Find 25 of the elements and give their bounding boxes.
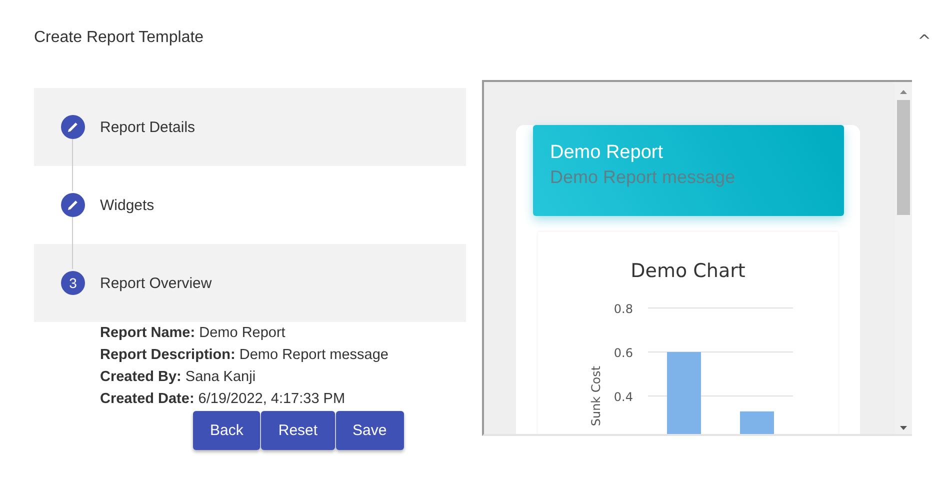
chart-title: Demo Chart (630, 260, 746, 282)
step-label: Report Overview (100, 274, 212, 292)
detail-line: Report Description: Demo Report message (100, 346, 390, 365)
axis-tick: 0.4 (614, 390, 633, 404)
report-title: Demo Report (550, 142, 664, 164)
axis-tick: 0.6 (614, 346, 633, 360)
step-button[interactable]: Save (336, 411, 404, 450)
step-button[interactable]: Reset (261, 411, 335, 450)
step-button[interactable]: Back (193, 411, 260, 450)
pencil-icon (61, 115, 85, 139)
step-label: Widgets (100, 196, 154, 214)
axis-label: Sunk Cost (589, 366, 603, 426)
report-message: Demo Report message (550, 167, 736, 188)
chart-bar (740, 411, 774, 434)
axis-tick: 0.8 (614, 302, 633, 316)
panel-title: Create Report Template (34, 29, 204, 47)
step-number: 3 (61, 271, 85, 295)
detail-line: Created By: Sana Kanji (100, 368, 257, 387)
step-row[interactable]: Report Details (34, 88, 466, 166)
step-row[interactable]: 3 Report Overview (34, 244, 466, 322)
detail-line: Report Name: Demo Report (100, 324, 286, 343)
collapse-button[interactable]: ^ (914, 30, 935, 50)
pencil-icon (61, 193, 85, 217)
detail-line: Created Date: 6/19/2022, 4:17:33 PM (100, 390, 346, 409)
step-label: Report Details (100, 118, 196, 136)
